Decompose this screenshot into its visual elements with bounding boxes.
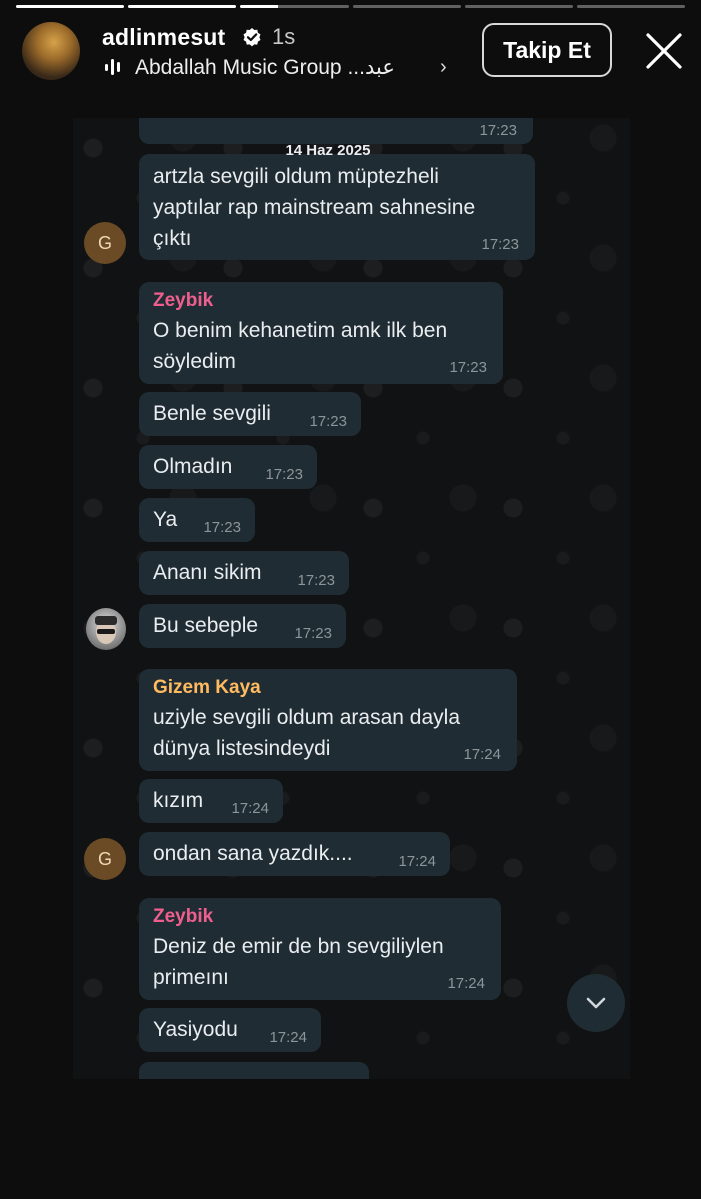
post-time: 1s bbox=[272, 24, 296, 49]
message-time: 17:23 bbox=[297, 572, 335, 589]
message-bubble: 17:23 bbox=[139, 118, 533, 144]
message-time: 17:23 bbox=[449, 359, 487, 376]
chat-screenshot: 17:23 artzla sevgili oldum müptezheli ya… bbox=[73, 118, 630, 1079]
message-time: 17:23 bbox=[294, 625, 332, 642]
message-text: Olmadın bbox=[153, 455, 233, 478]
date-separator: 14 Haz 2025 bbox=[285, 142, 371, 159]
message-text: primeını bbox=[153, 966, 229, 989]
message-text: uziyle sevgili oldum arasan dayla bbox=[153, 706, 460, 729]
message-time: 17:24 bbox=[269, 1029, 307, 1046]
chevron-down-icon bbox=[586, 997, 606, 1009]
message-text: Ananı sikim bbox=[153, 561, 262, 584]
verified-badge-icon bbox=[243, 28, 261, 47]
message-bubble: Zeybik Deniz de emir de bn sevgiliylen p… bbox=[139, 898, 501, 1000]
message-text: dünya listesindeydi bbox=[153, 737, 331, 760]
message-bubble: kızım 17:24 bbox=[139, 779, 283, 823]
message-text: çıktı bbox=[153, 227, 192, 250]
sender-name: Zeybik bbox=[153, 906, 214, 927]
message-time: 17:23 bbox=[203, 519, 241, 536]
music-bars-icon bbox=[105, 59, 120, 75]
progress-segment bbox=[576, 5, 686, 8]
sender-name: Zeybik bbox=[153, 290, 214, 311]
message-bubble: Olmadın 17:23 bbox=[139, 445, 317, 489]
message-text: ondan sana yazdık.... bbox=[153, 842, 353, 865]
message-text: Deniz de emir de bn sevgiliylen bbox=[153, 935, 444, 958]
chevron-right-icon[interactable]: › bbox=[440, 56, 447, 79]
progress-segment-current bbox=[240, 5, 349, 8]
progress-segment bbox=[464, 5, 573, 8]
message-bubble bbox=[139, 1062, 369, 1079]
message-text: Bu sebeple bbox=[153, 614, 259, 637]
message-bubble: Ya 17:23 bbox=[139, 498, 255, 542]
progress-segment bbox=[128, 5, 237, 8]
message-text: O benim kehanetim amk ilk ben bbox=[153, 319, 448, 342]
message-bubble: Gizem Kaya uziyle sevgili oldum arasan d… bbox=[139, 669, 517, 771]
close-icon[interactable] bbox=[644, 31, 684, 71]
avatar bbox=[86, 608, 126, 650]
message-text: Ya bbox=[153, 508, 178, 531]
scroll-to-bottom-button[interactable] bbox=[567, 974, 625, 1032]
message-time: 17:24 bbox=[447, 975, 485, 992]
sender-name: Gizem Kaya bbox=[153, 677, 261, 698]
message-bubble: Ananı sikim 17:23 bbox=[139, 551, 349, 595]
message-time: 17:23 bbox=[265, 466, 303, 483]
message-time: 17:23 bbox=[309, 413, 347, 430]
message-time: 17:24 bbox=[231, 800, 269, 817]
message-text: Yasiyodu bbox=[153, 1018, 238, 1041]
message-text: artzla sevgili oldum müptezheli bbox=[153, 165, 439, 188]
message-time: 17:24 bbox=[463, 746, 501, 763]
message-bubble: Yasiyodu 17:24 bbox=[139, 1008, 321, 1052]
message-bubble: Bu sebeple 17:23 bbox=[139, 604, 346, 648]
avatar: G bbox=[84, 838, 126, 880]
follow-button[interactable]: Takip Et bbox=[482, 23, 612, 77]
message-text: Benle sevgili bbox=[153, 402, 271, 425]
progress-segment bbox=[16, 5, 125, 8]
message-bubble: Benle sevgili 17:23 bbox=[139, 392, 361, 436]
music-label[interactable]: Abdallah Music Group ...عبد bbox=[135, 55, 395, 80]
avatar: G bbox=[84, 222, 126, 264]
message-time: 17:24 bbox=[398, 853, 436, 870]
username[interactable]: adlinmesut bbox=[102, 24, 225, 51]
progress-segment bbox=[352, 5, 461, 8]
message-text: söyledim bbox=[153, 350, 236, 373]
message-text: yaptılar rap mainstream sahnesine bbox=[153, 196, 476, 219]
story-progress-bar bbox=[16, 5, 686, 8]
message-bubble: ondan sana yazdık.... 17:24 bbox=[139, 832, 450, 876]
message-time: 17:23 bbox=[481, 236, 519, 253]
message-bubble: Zeybik O benim kehanetim amk ilk ben söy… bbox=[139, 282, 503, 384]
message-text: kızım bbox=[153, 789, 204, 812]
message-time: 17:23 bbox=[479, 122, 517, 139]
profile-avatar[interactable] bbox=[22, 22, 80, 80]
message-bubble: artzla sevgili oldum müptezheli yaptılar… bbox=[139, 154, 535, 260]
